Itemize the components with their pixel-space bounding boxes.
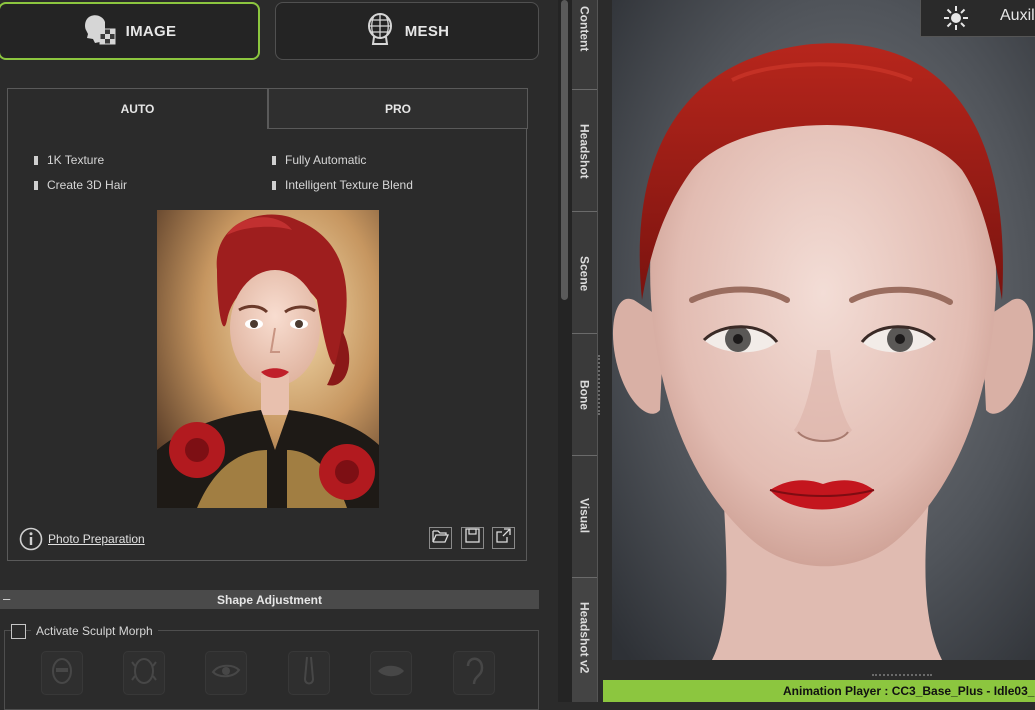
animation-status-bar: Animation Player : CC3_Base_Plus - Idle0… <box>603 680 1035 702</box>
sculpt-nose-button[interactable] <box>288 651 330 695</box>
tab-pro-label: PRO <box>384 101 411 116</box>
animation-player-status: Animation Player : CC3_Base_Plus - Idle0… <box>783 684 1035 698</box>
panel-scrollbar[interactable] <box>558 0 572 702</box>
nose-icon <box>301 655 317 692</box>
eye-icon <box>211 662 241 685</box>
tab-auto-label: AUTO <box>120 102 155 116</box>
shape-adjustment-title: Shape Adjustment <box>217 593 322 607</box>
feature-automatic: Fully Automatic <box>272 153 366 167</box>
mouth-icon <box>376 663 406 684</box>
sun-icon <box>943 5 969 36</box>
tab-bone[interactable]: Bone <box>572 333 597 455</box>
tab-headshot[interactable]: Headshot <box>572 89 597 211</box>
tab-auto[interactable]: AUTO <box>7 88 268 129</box>
photo-preparation-link[interactable]: Photo Preparation <box>48 532 145 546</box>
image-mode-label: IMAGE <box>125 22 177 40</box>
sculpt-head-button[interactable] <box>123 651 165 695</box>
folder-open-icon <box>432 529 449 548</box>
head-mesh-icon <box>131 656 157 691</box>
auxiliary-toolbar[interactable]: Auxil <box>920 0 1035 37</box>
sculpt-face-button[interactable] <box>41 651 83 695</box>
save-icon <box>465 528 480 548</box>
save-button[interactable] <box>461 527 484 549</box>
ear-icon <box>464 656 484 691</box>
shape-adjustment-header[interactable]: – Shape Adjustment <box>0 590 539 609</box>
image-mode-button[interactable]: IMAGE <box>0 2 260 60</box>
scrollbar-thumb[interactable] <box>561 0 568 300</box>
feature-texture: 1K Texture <box>34 153 104 167</box>
sculpt-mouth-button[interactable] <box>370 651 412 695</box>
mesh-head-icon <box>365 12 395 50</box>
mesh-mode-button[interactable]: MESH <box>275 2 539 60</box>
tab-scene[interactable]: Scene <box>572 211 597 333</box>
panel-splitter[interactable] <box>598 0 612 702</box>
activate-sculpt-checkbox[interactable] <box>11 624 26 639</box>
feature-blend: Intelligent Texture Blend <box>272 178 413 192</box>
export-icon <box>496 528 511 548</box>
face-scan-icon <box>82 12 116 50</box>
feature-hair: Create 3D Hair <box>34 178 127 192</box>
sculpt-eye-button[interactable] <box>205 651 247 695</box>
source-photo[interactable] <box>157 210 379 508</box>
tab-content[interactable]: Content <box>572 0 597 89</box>
left-panel: IMAGE MESH AUTO PRO 1K Texture Create 3D… <box>0 0 558 710</box>
info-icon[interactable] <box>19 527 43 556</box>
tab-headshot-v2[interactable]: Headshot v2 <box>572 577 597 702</box>
mesh-mode-label: MESH <box>404 22 450 40</box>
face-icon <box>50 656 74 691</box>
auxiliary-label: Auxil <box>1000 7 1035 24</box>
tab-pro[interactable]: PRO <box>268 88 528 129</box>
sculpt-ear-button[interactable] <box>453 651 495 695</box>
viewport-footer <box>612 660 1035 680</box>
activate-sculpt-label: Activate Sculpt Morph <box>31 624 158 638</box>
export-button[interactable] <box>492 527 515 549</box>
tab-visual[interactable]: Visual <box>572 455 597 577</box>
open-folder-button[interactable] <box>429 527 452 549</box>
3d-viewport[interactable] <box>612 0 1035 660</box>
